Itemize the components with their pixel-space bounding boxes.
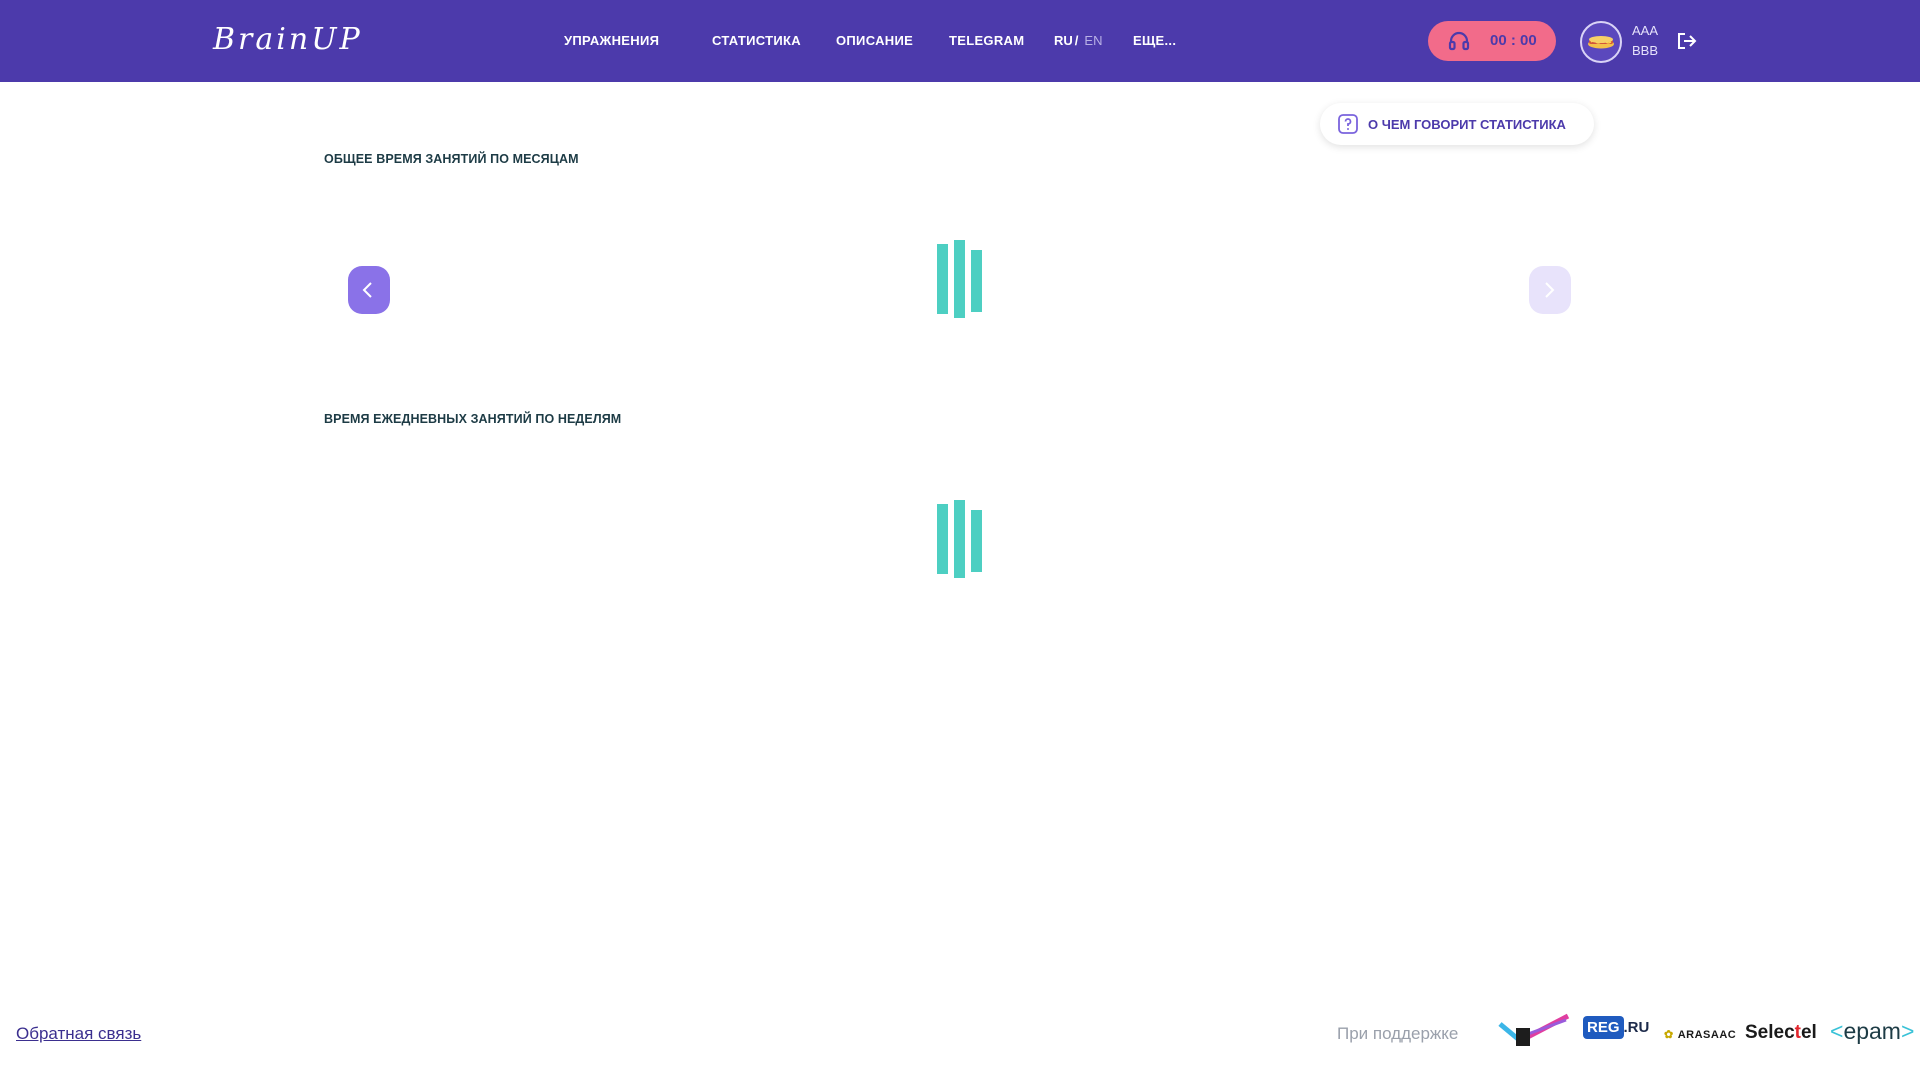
nav-description[interactable]: ОПИСАНИЕ bbox=[836, 33, 913, 48]
epam-bracket-right: > bbox=[1900, 1018, 1915, 1044]
language-switcher: RU / EN bbox=[1054, 33, 1102, 48]
next-period-button[interactable] bbox=[1529, 266, 1571, 314]
partner-logo-regru[interactable]: REG .RU bbox=[1583, 1016, 1650, 1039]
epam-bracket-left: < bbox=[1830, 1018, 1844, 1044]
user-avatar[interactable] bbox=[1580, 21, 1622, 63]
regru-box: REG bbox=[1583, 1016, 1624, 1039]
hotdog-icon bbox=[1588, 36, 1614, 49]
timer-value: 00 : 00 bbox=[1490, 32, 1537, 49]
brainup-logo[interactable]: BrainUP bbox=[213, 22, 363, 57]
statistics-info-button[interactable]: О ЧЕМ ГОВОРИТ СТАТИСТИКА bbox=[1320, 103, 1594, 145]
nav-telegram[interactable]: TELEGRAM bbox=[949, 33, 1024, 48]
monthly-chart-title: ОБЩЕЕ ВРЕМЯ ЗАНЯТИЙ ПО МЕСЯЦАМ bbox=[324, 152, 579, 166]
selectel-part-a: Selec bbox=[1745, 1022, 1795, 1043]
arasaac-mark-icon: ✿ bbox=[1664, 1029, 1674, 1041]
epam-text: epam bbox=[1843, 1018, 1901, 1044]
selectel-part-b: el bbox=[1800, 1022, 1817, 1043]
chevron-right-icon bbox=[1545, 282, 1555, 298]
weekly-chart-title: ВРЕМЯ ЕЖЕДНЕВНЫХ ЗАНЯТИЙ ПО НЕДЕЛЯМ bbox=[324, 412, 622, 426]
timer-button[interactable]: 00 : 00 bbox=[1428, 21, 1556, 61]
lang-separator: / bbox=[1074, 33, 1079, 48]
headphones-icon bbox=[1448, 31, 1470, 51]
statistics-info-label: О ЧЕМ ГОВОРИТ СТАТИСТИКА bbox=[1368, 117, 1566, 132]
partner-logo-arasaac[interactable]: ✿ ARASAAC bbox=[1664, 1028, 1736, 1041]
monthly-loading-spinner bbox=[937, 240, 985, 320]
logout-icon[interactable] bbox=[1676, 31, 1698, 51]
weekly-loading-spinner bbox=[937, 500, 985, 580]
regru-domain: .RU bbox=[1623, 1019, 1650, 1036]
feedback-link[interactable]: Обратная связь bbox=[16, 1024, 141, 1044]
nav-more[interactable]: ЕЩЕ... bbox=[1133, 33, 1176, 48]
lang-ru[interactable]: RU bbox=[1054, 33, 1073, 48]
prev-period-button[interactable] bbox=[348, 266, 390, 314]
support-label: При поддержке bbox=[1337, 1024, 1459, 1043]
nav-statistics[interactable]: СТАТИСТИКА bbox=[712, 33, 801, 48]
partner-logo-fund[interactable] bbox=[1498, 1012, 1570, 1054]
arasaac-text: ARASAAC bbox=[1677, 1029, 1737, 1041]
question-icon bbox=[1338, 114, 1358, 134]
partner-logo-epam[interactable]: <epam> bbox=[1830, 1018, 1914, 1045]
top-navbar: BrainUP УПРАЖНЕНИЯ СТАТИСТИКА ОПИСАНИЕ T… bbox=[0, 0, 1920, 82]
user-name-first: AAA bbox=[1632, 23, 1659, 38]
partner-logo-selectel[interactable]: Selectel bbox=[1745, 1022, 1817, 1044]
nav-exercises[interactable]: УПРАЖНЕНИЯ bbox=[564, 33, 659, 48]
chevron-left-icon bbox=[362, 282, 372, 298]
user-name-second: BBB bbox=[1632, 43, 1659, 58]
lang-en[interactable]: EN bbox=[1084, 33, 1102, 48]
